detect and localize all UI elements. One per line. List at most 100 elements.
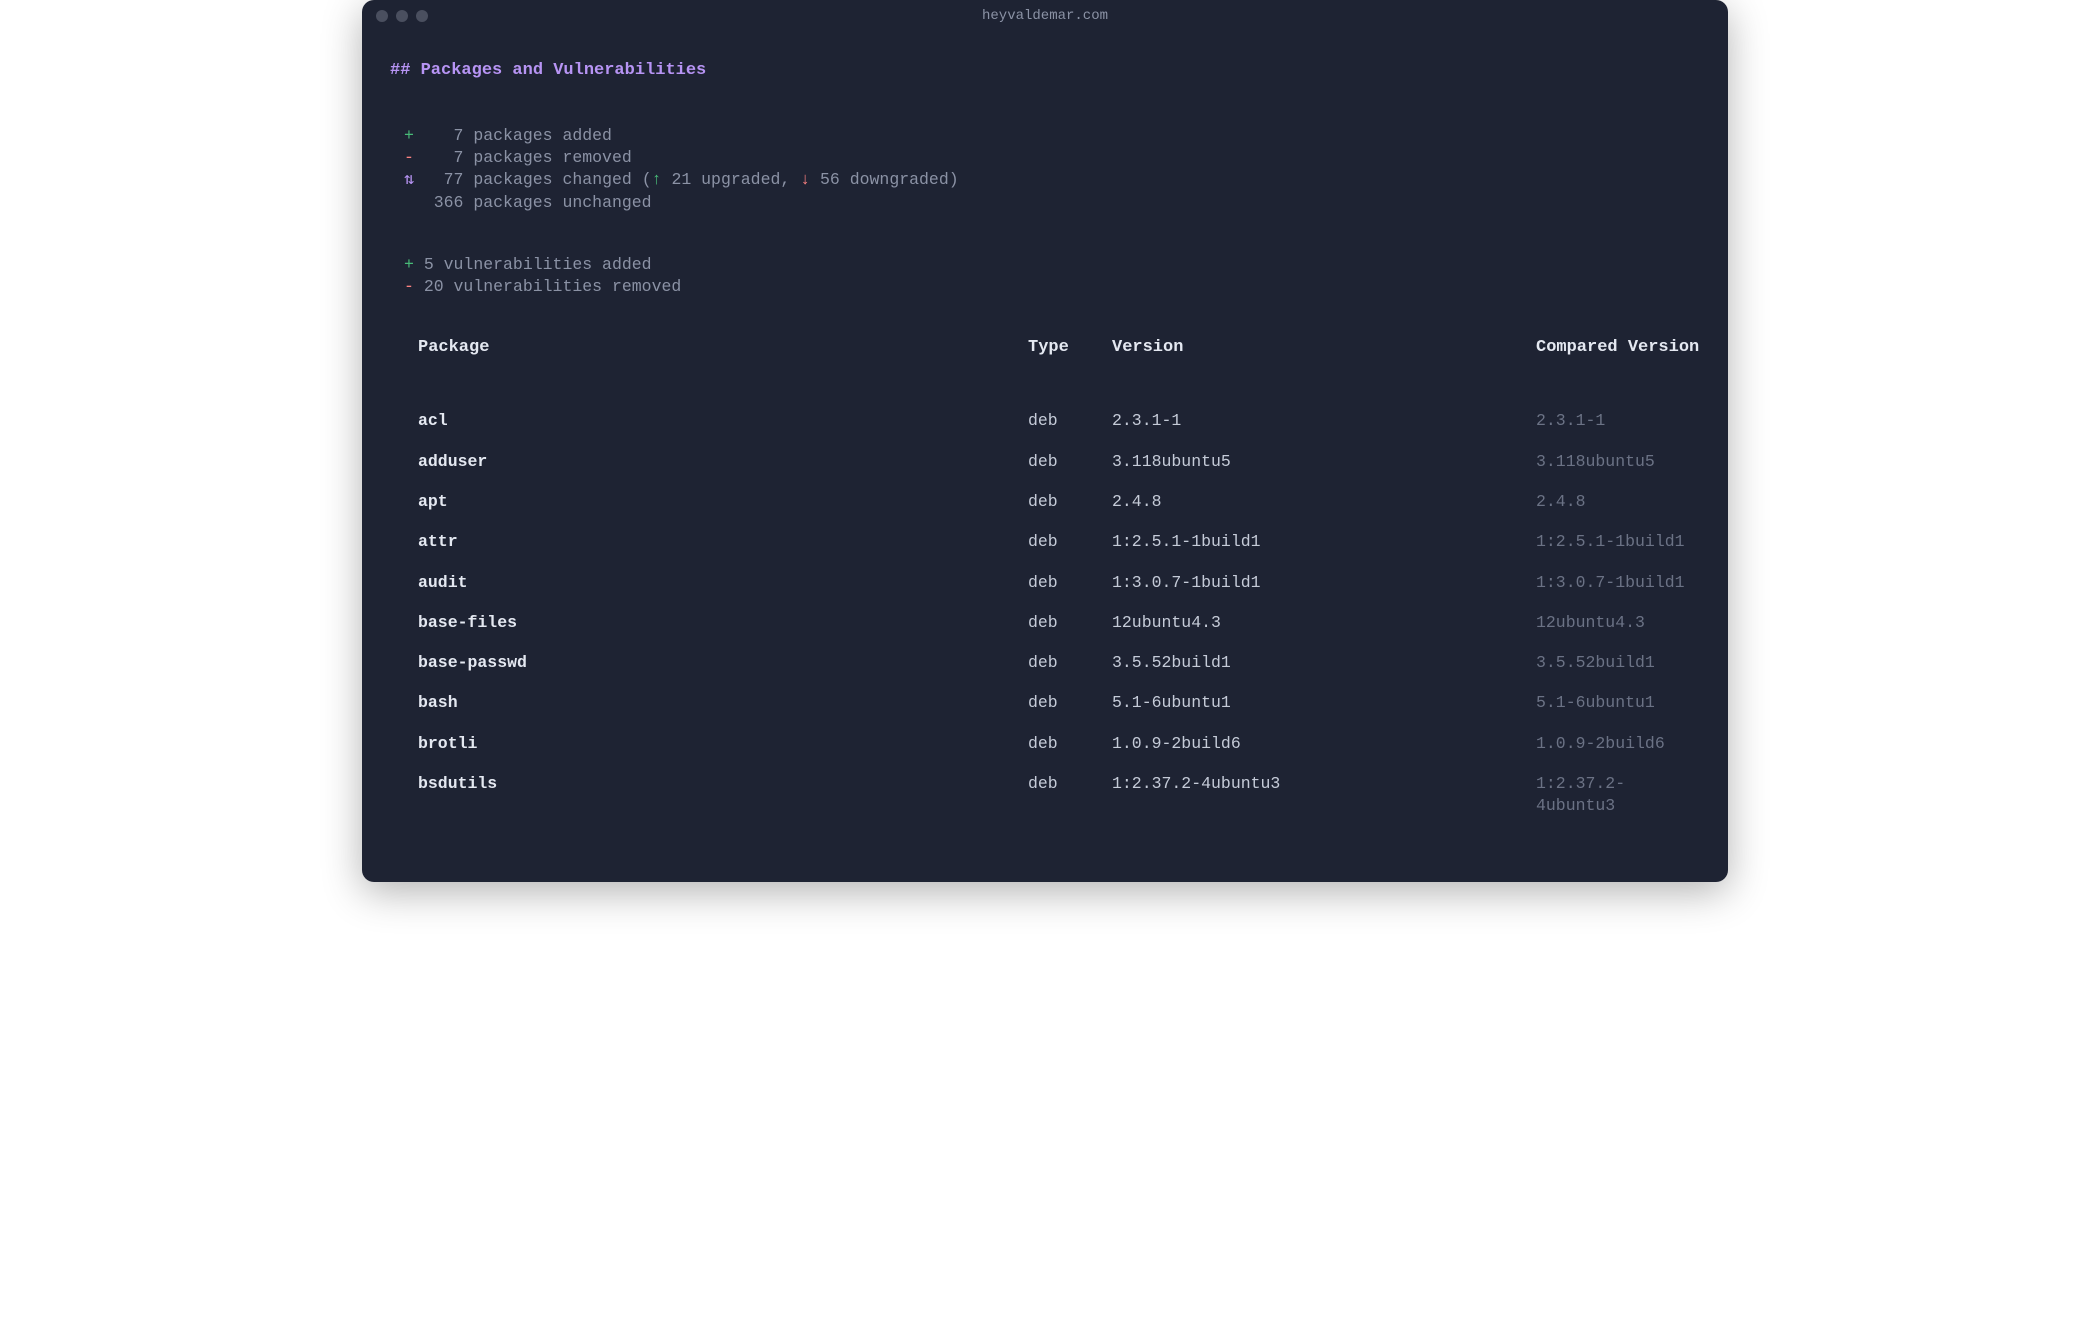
cell-package: base-files bbox=[418, 603, 1028, 643]
cell-package: base-passwd bbox=[418, 643, 1028, 683]
table-row: attrdeb1:2.5.1-1build11:2.5.1-1build1 bbox=[418, 522, 1700, 562]
summary-changed: ⇅ 77 packages changed (↑ 21 upgraded, ↓ … bbox=[404, 169, 1700, 191]
table-row: brotlideb1.0.9-2build61.0.9-2build6 bbox=[418, 724, 1700, 764]
summary-changed-count: 77 bbox=[444, 170, 464, 189]
minus-icon: - bbox=[404, 277, 414, 296]
cell-version: 12ubuntu4.3 bbox=[1112, 603, 1536, 643]
change-icon: ⇅ bbox=[404, 170, 414, 189]
cell-version: 1.0.9-2build6 bbox=[1112, 724, 1536, 764]
cell-type: deb bbox=[1028, 522, 1112, 562]
table-header-row: Package Type Version Compared Version bbox=[418, 337, 1700, 402]
cell-package: bsdutils bbox=[418, 764, 1028, 827]
vuln-removed: - 20 vulnerabilities removed bbox=[404, 276, 1700, 298]
close-icon[interactable] bbox=[376, 10, 388, 22]
vuln-removed-label: vulnerabilities removed bbox=[454, 277, 682, 296]
cell-compared: 1:2.5.1-1build1 bbox=[1536, 522, 1700, 562]
cell-compared: 2.4.8 bbox=[1536, 482, 1700, 522]
cell-type: deb bbox=[1028, 401, 1112, 441]
upgraded-label: upgraded bbox=[701, 170, 780, 189]
minus-icon: - bbox=[404, 148, 414, 167]
table-row: adduserdeb3.118ubuntu53.118ubuntu5 bbox=[418, 442, 1700, 482]
header-type: Type bbox=[1028, 337, 1112, 402]
table-row: base-filesdeb12ubuntu4.312ubuntu4.3 bbox=[418, 603, 1700, 643]
summary-added-label: packages added bbox=[473, 126, 612, 145]
cell-type: deb bbox=[1028, 683, 1112, 723]
cell-type: deb bbox=[1028, 482, 1112, 522]
summary-unchanged: 366 packages unchanged bbox=[404, 192, 1700, 214]
cell-version: 1:3.0.7-1build1 bbox=[1112, 563, 1536, 603]
cell-type: deb bbox=[1028, 764, 1112, 827]
maximize-icon[interactable] bbox=[416, 10, 428, 22]
summary-added-count: 7 bbox=[454, 126, 464, 145]
cell-type: deb bbox=[1028, 563, 1112, 603]
summary-unchanged-label: packages unchanged bbox=[473, 193, 651, 212]
cell-compared: 3.118ubuntu5 bbox=[1536, 442, 1700, 482]
header-compared: Compared Version bbox=[1536, 337, 1700, 402]
traffic-lights bbox=[376, 10, 428, 22]
cell-package: brotli bbox=[418, 724, 1028, 764]
paren-open: ( bbox=[642, 170, 652, 189]
table-row: acldeb2.3.1-12.3.1-1 bbox=[418, 401, 1700, 441]
cell-version: 1:2.37.2-4ubuntu3 bbox=[1112, 764, 1536, 827]
downgraded-label: downgraded bbox=[850, 170, 949, 189]
cell-compared: 3.5.52build1 bbox=[1536, 643, 1700, 683]
cell-version: 3.118ubuntu5 bbox=[1112, 442, 1536, 482]
plus-icon: + bbox=[404, 126, 414, 145]
cell-type: deb bbox=[1028, 643, 1112, 683]
window-title: heyvaldemar.com bbox=[376, 8, 1714, 24]
section-heading: ## Packages and Vulnerabilities bbox=[390, 60, 1700, 83]
upgraded-count: 21 bbox=[671, 170, 691, 189]
package-table-wrap: Package Type Version Compared Version ac… bbox=[418, 337, 1700, 827]
cell-compared: 1.0.9-2build6 bbox=[1536, 724, 1700, 764]
vuln-added: + 5 vulnerabilities added bbox=[404, 254, 1700, 276]
header-package: Package bbox=[418, 337, 1028, 402]
cell-version: 2.3.1-1 bbox=[1112, 401, 1536, 441]
cell-package: adduser bbox=[418, 442, 1028, 482]
vuln-added-count: 5 bbox=[424, 255, 434, 274]
cell-version: 3.5.52build1 bbox=[1112, 643, 1536, 683]
summary-added: + 7 packages added bbox=[404, 125, 1700, 147]
cell-version: 1:2.5.1-1build1 bbox=[1112, 522, 1536, 562]
cell-type: deb bbox=[1028, 724, 1112, 764]
plus-icon: + bbox=[404, 255, 414, 274]
terminal-window: heyvaldemar.com ## Packages and Vulnerab… bbox=[362, 0, 1728, 882]
package-table: Package Type Version Compared Version ac… bbox=[418, 337, 1700, 827]
arrow-down-icon: ↓ bbox=[800, 170, 810, 189]
table-row: auditdeb1:3.0.7-1build11:3.0.7-1build1 bbox=[418, 563, 1700, 603]
cell-compared: 1:2.37.2-4ubuntu3 bbox=[1536, 764, 1700, 827]
cell-version: 2.4.8 bbox=[1112, 482, 1536, 522]
summary-changed-label: packages changed bbox=[473, 170, 631, 189]
vulnerability-summary: + 5 vulnerabilities added - 20 vulnerabi… bbox=[404, 254, 1700, 299]
cell-package: acl bbox=[418, 401, 1028, 441]
cell-package: audit bbox=[418, 563, 1028, 603]
summary-removed-label: packages removed bbox=[473, 148, 631, 167]
cell-compared: 2.3.1-1 bbox=[1536, 401, 1700, 441]
summary-removed-count: 7 bbox=[454, 148, 464, 167]
cell-compared: 1:3.0.7-1build1 bbox=[1536, 563, 1700, 603]
sep: , bbox=[780, 170, 800, 189]
cell-compared: 12ubuntu4.3 bbox=[1536, 603, 1700, 643]
table-row: base-passwddeb3.5.52build13.5.52build1 bbox=[418, 643, 1700, 683]
summary-removed: - 7 packages removed bbox=[404, 147, 1700, 169]
package-summary: + 7 packages added - 7 packages removed … bbox=[404, 125, 1700, 214]
table-body: acldeb2.3.1-12.3.1-1adduserdeb3.118ubunt… bbox=[418, 401, 1700, 826]
minimize-icon[interactable] bbox=[396, 10, 408, 22]
cell-compared: 5.1-6ubuntu1 bbox=[1536, 683, 1700, 723]
table-row: bashdeb5.1-6ubuntu15.1-6ubuntu1 bbox=[418, 683, 1700, 723]
paren-close: ) bbox=[949, 170, 959, 189]
arrow-up-icon: ↑ bbox=[652, 170, 662, 189]
vuln-removed-count: 20 bbox=[424, 277, 444, 296]
cell-type: deb bbox=[1028, 603, 1112, 643]
cell-package: apt bbox=[418, 482, 1028, 522]
cell-package: attr bbox=[418, 522, 1028, 562]
terminal-content: ## Packages and Vulnerabilities + 7 pack… bbox=[362, 32, 1728, 826]
titlebar: heyvaldemar.com bbox=[362, 0, 1728, 32]
downgraded-count: 56 bbox=[820, 170, 840, 189]
cell-version: 5.1-6ubuntu1 bbox=[1112, 683, 1536, 723]
cell-type: deb bbox=[1028, 442, 1112, 482]
header-version: Version bbox=[1112, 337, 1536, 402]
cell-package: bash bbox=[418, 683, 1028, 723]
table-row: bsdutilsdeb1:2.37.2-4ubuntu31:2.37.2-4ub… bbox=[418, 764, 1700, 827]
table-row: aptdeb2.4.82.4.8 bbox=[418, 482, 1700, 522]
summary-unchanged-count: 366 bbox=[434, 193, 464, 212]
